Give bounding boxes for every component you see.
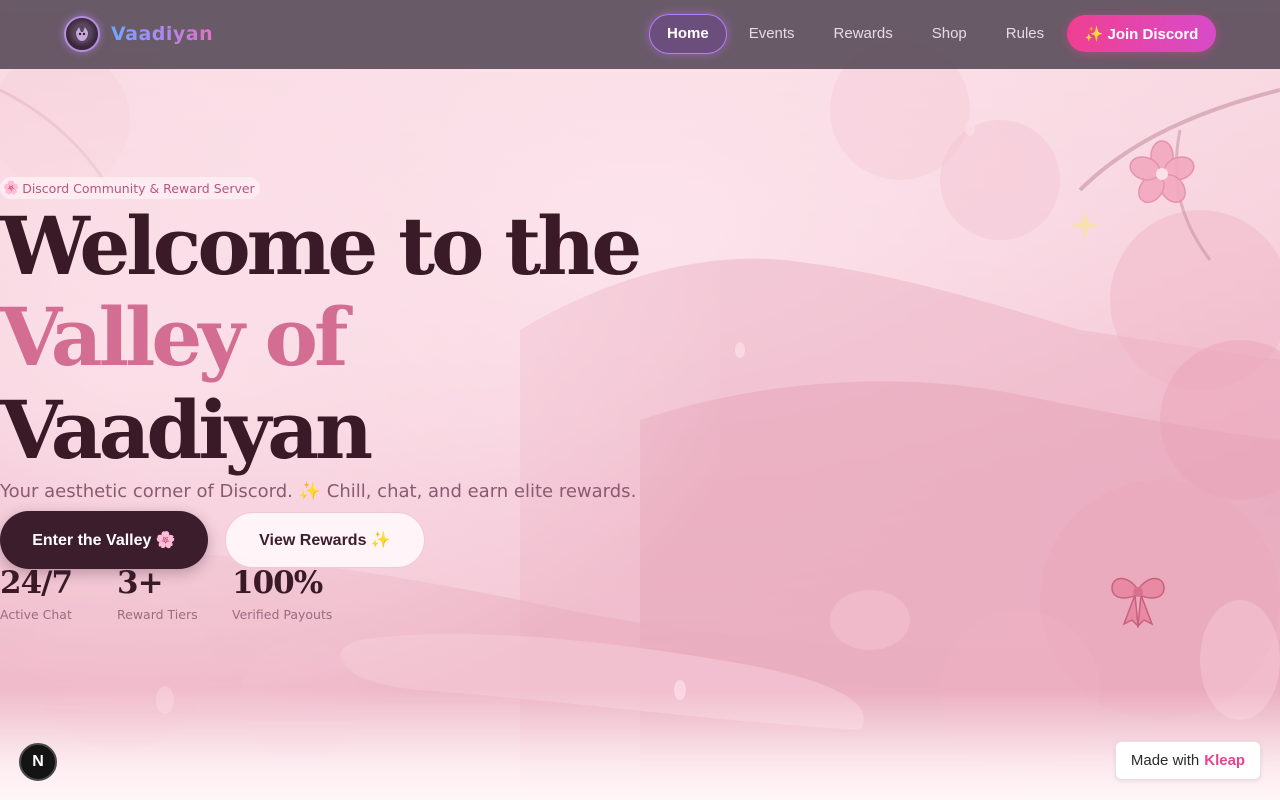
made-with-text: Made with	[1130, 752, 1200, 769]
stat-value: 100%	[232, 565, 323, 601]
view-rewards-button[interactable]: View Rewards ✨	[225, 512, 425, 568]
flower-icon: 🌸	[3, 180, 20, 196]
community-tag: 🌸 Discord Community & Reward Server	[0, 177, 260, 199]
stat-value: 24/7	[0, 565, 73, 601]
sparkle-icon	[1070, 210, 1100, 240]
bow-icon	[1111, 577, 1165, 628]
brand-logo-icon	[64, 16, 100, 52]
nav-rewards[interactable]: Rewards	[817, 14, 910, 54]
flower-icon	[1129, 140, 1195, 204]
stat-reward-tiers: 3+ Reward Tiers	[117, 566, 198, 622]
headline-line-2: Valley of	[0, 290, 348, 384]
bottom-fade	[0, 690, 1280, 800]
nav-shop[interactable]: Shop	[915, 14, 984, 54]
kleap-brand: Kleap	[1204, 752, 1246, 769]
nav-home[interactable]: Home	[649, 14, 727, 54]
navbar: Vaadiyan Home Events Rewards Shop Rules …	[0, 0, 1280, 69]
brand-name: Vaadiyan	[111, 23, 214, 45]
next-logo-icon[interactable]: N	[19, 743, 57, 781]
brand[interactable]: Vaadiyan	[64, 16, 213, 52]
headline-line-1: Welcome to the	[0, 199, 642, 293]
stat-verified-payouts: 100% Verified Payouts	[232, 566, 332, 622]
stat-value: 3+	[117, 565, 164, 601]
stat-active-chat: 24/7 Active Chat	[0, 565, 73, 622]
stat-label: Reward Tiers	[117, 607, 198, 622]
stat-label: Verified Payouts	[232, 607, 333, 622]
nav-links: Home Events Rewards Shop Rules	[649, 14, 1061, 54]
stat-label: Active Chat	[0, 607, 72, 622]
nav-events[interactable]: Events	[732, 14, 812, 54]
headline-line-3: Vaadiyan	[0, 383, 373, 477]
nav-rules[interactable]: Rules	[989, 14, 1061, 54]
hero-subtitle: Your aesthetic corner of Discord. ✨ Chil…	[0, 481, 637, 502]
community-tag-text: Discord Community & Reward Server	[22, 180, 255, 196]
enter-valley-button[interactable]: Enter the Valley 🌸	[0, 511, 208, 569]
made-with-kleap-badge[interactable]: Made with Kleap	[1115, 741, 1261, 780]
join-discord-button[interactable]: ✨ Join Discord	[1067, 15, 1216, 52]
